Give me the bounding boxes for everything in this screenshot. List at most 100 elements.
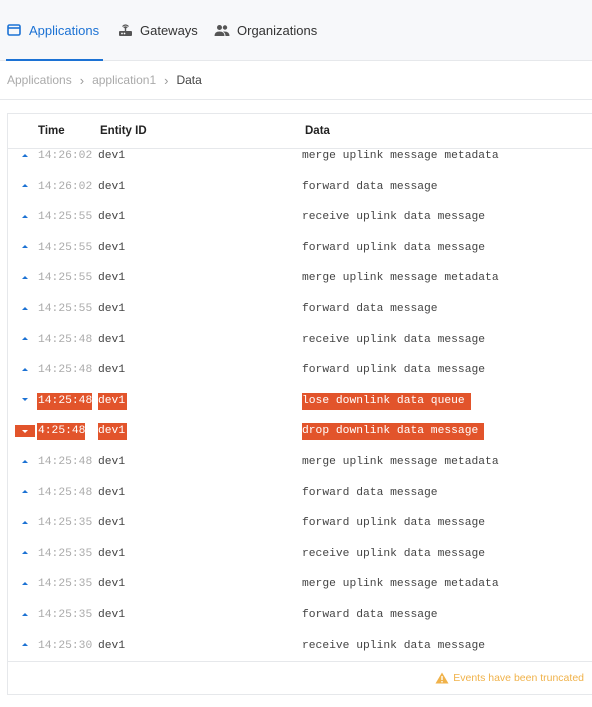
event-time: 14:25:35 xyxy=(38,517,93,530)
event-data: forward uplink data message xyxy=(302,364,486,377)
event-entity-id: dev1 xyxy=(98,211,126,224)
event-time: 14:25:55 xyxy=(38,241,93,254)
caret-up-icon[interactable] xyxy=(20,211,30,221)
event-data: merge uplink message metadata xyxy=(302,272,499,285)
event-time: 14:25:48 xyxy=(38,333,93,346)
event-data: merge uplink message metadata xyxy=(302,456,499,468)
nav-tab-label: Gateways xyxy=(140,22,198,38)
table-row[interactable]: 14:25:48 dev1 receive uplink data message xyxy=(8,332,592,363)
event-time: 14:26:02 xyxy=(38,180,93,193)
caret-up-icon[interactable] xyxy=(20,456,30,466)
caret-down-icon[interactable] xyxy=(15,425,35,438)
event-entity-id: dev1 xyxy=(98,272,126,285)
table-row[interactable]: 14:25:48 dev1 forward data message xyxy=(8,485,592,516)
event-time: 14:25:48 xyxy=(38,364,93,377)
event-data: receive uplink data message xyxy=(302,547,486,560)
caret-up-icon[interactable] xyxy=(20,640,30,650)
caret-up-icon[interactable] xyxy=(20,364,30,374)
table-row[interactable]: 14:25:55 dev1 merge uplink message metadat… xyxy=(8,270,592,301)
event-time: 14:25:55 xyxy=(38,211,93,224)
event-entity-id: dev1 xyxy=(98,517,126,530)
table-row[interactable]: 14:25:35 dev1 merge uplink message metadat… xyxy=(8,576,592,607)
nav-tab-organizations[interactable]: Organizations xyxy=(214,0,317,60)
table-row[interactable]: 14:25:35 dev1 receive uplink data message xyxy=(8,546,592,577)
event-entity-id: dev1 xyxy=(98,486,126,499)
event-entity-id: dev1 xyxy=(98,241,126,254)
truncation-notice: Events have been truncated xyxy=(8,661,592,694)
events-list[interactable]: 14:26:02 dev1 merge uplink message metadat… xyxy=(8,148,592,662)
top-navigation: Applications Gateways Organizations xyxy=(0,0,592,61)
event-data: drop downlink data message xyxy=(302,423,485,441)
event-entity-id: dev1 xyxy=(98,180,126,193)
event-time: 4:25:48 xyxy=(37,423,86,441)
table-row[interactable]: 14:25:35 dev1 forward data message xyxy=(8,607,592,638)
event-data: forward data message xyxy=(302,609,438,621)
router-icon xyxy=(117,22,133,38)
event-entity-id: dev1 xyxy=(98,547,126,560)
caret-up-icon[interactable] xyxy=(20,578,30,588)
table-row[interactable]: 14:25:48 dev1 forward uplink data message xyxy=(8,362,592,393)
event-time: 14:25:35 xyxy=(38,609,93,621)
table-row[interactable]: 14:25:55 dev1 forward uplink data message xyxy=(8,240,592,271)
table-row[interactable]: 14:25:30 dev1 receive uplink data message xyxy=(8,638,592,662)
caret-up-icon[interactable] xyxy=(20,150,30,160)
event-data: merge uplink message metadata xyxy=(302,578,499,591)
table-row[interactable]: 14:25:35 dev1 forward uplink data message xyxy=(8,515,592,546)
caret-up-icon[interactable] xyxy=(20,181,30,191)
breadcrumb: Applications › application1 › Data xyxy=(0,61,592,100)
event-data: receive uplink data message xyxy=(302,211,486,224)
event-data: receive uplink data message xyxy=(302,639,486,652)
event-entity-id: dev1 xyxy=(98,423,128,441)
event-data: lose downlink data queue xyxy=(302,392,471,410)
event-data: forward data message xyxy=(302,303,438,315)
event-entity-id: dev1 xyxy=(98,333,126,346)
warning-triangle-icon xyxy=(435,672,449,684)
table-row[interactable]: 14:25:55 dev1 forward data message xyxy=(8,301,592,332)
table-row[interactable]: 14:25:48 dev1 lose downlink data queue xyxy=(8,392,592,424)
event-time: 14:25:30 xyxy=(38,639,93,652)
event-data: receive uplink data message xyxy=(302,333,486,346)
nav-tab-gateways[interactable]: Gateways xyxy=(117,0,198,60)
caret-up-icon[interactable] xyxy=(20,272,30,282)
event-time: 14:25:48 xyxy=(38,486,93,499)
event-entity-id: dev1 xyxy=(98,150,126,162)
caret-up-icon[interactable] xyxy=(20,548,30,558)
table-row[interactable]: 14:25:48 dev1 merge uplink message metadat… xyxy=(8,454,592,485)
caret-up-icon[interactable] xyxy=(20,242,30,252)
event-data: merge uplink message metadata xyxy=(302,150,499,162)
table-row[interactable]: 4:25:48 dev1 drop downlink data message xyxy=(8,423,592,454)
people-icon xyxy=(214,22,230,38)
event-data: forward data message xyxy=(302,180,438,193)
table-row[interactable]: 14:26:02 dev1 merge uplink message metadat… xyxy=(8,148,592,179)
caret-up-icon[interactable] xyxy=(20,517,30,527)
breadcrumb-application1[interactable]: application1 xyxy=(92,73,156,87)
caret-up-icon[interactable] xyxy=(20,303,30,313)
event-data: forward uplink data message xyxy=(302,241,486,254)
event-entity-id: dev1 xyxy=(98,303,126,315)
event-entity-id: dev1 xyxy=(98,639,126,652)
caret-up-icon[interactable] xyxy=(20,609,30,619)
nav-tab-label: Organizations xyxy=(237,22,318,38)
chevron-right-icon: › xyxy=(164,72,169,88)
event-time: 14:25:48 xyxy=(37,392,93,410)
table-row[interactable]: 14:26:02 dev1 forward data message xyxy=(8,179,592,210)
events-panel: Time Entity ID Data 14:26:02 dev1 merge up… xyxy=(7,113,592,695)
truncation-text: Events have been truncated xyxy=(453,672,584,684)
breadcrumb-current: Data xyxy=(176,73,202,87)
event-data: forward uplink data message xyxy=(302,517,486,530)
table-row[interactable]: 14:25:55 dev1 receive uplink data message xyxy=(8,209,592,240)
caret-up-icon[interactable] xyxy=(20,334,30,344)
event-time: 14:25:35 xyxy=(38,578,93,591)
event-time: 14:25:55 xyxy=(38,272,93,285)
chevron-right-icon: › xyxy=(79,72,85,88)
event-time: 14:25:35 xyxy=(38,547,93,560)
table-header: Time Entity ID Data xyxy=(8,114,592,149)
nav-tab-applications[interactable]: Applications xyxy=(6,0,103,61)
caret-down-icon[interactable] xyxy=(20,395,30,405)
breadcrumb-applications[interactable]: Applications xyxy=(7,73,72,87)
column-header-time: Time xyxy=(38,125,65,137)
event-time: 14:25:48 xyxy=(38,456,93,468)
event-data: forward data message xyxy=(302,486,438,499)
caret-up-icon[interactable] xyxy=(20,487,30,497)
column-header-entity-id: Entity ID xyxy=(100,125,147,137)
